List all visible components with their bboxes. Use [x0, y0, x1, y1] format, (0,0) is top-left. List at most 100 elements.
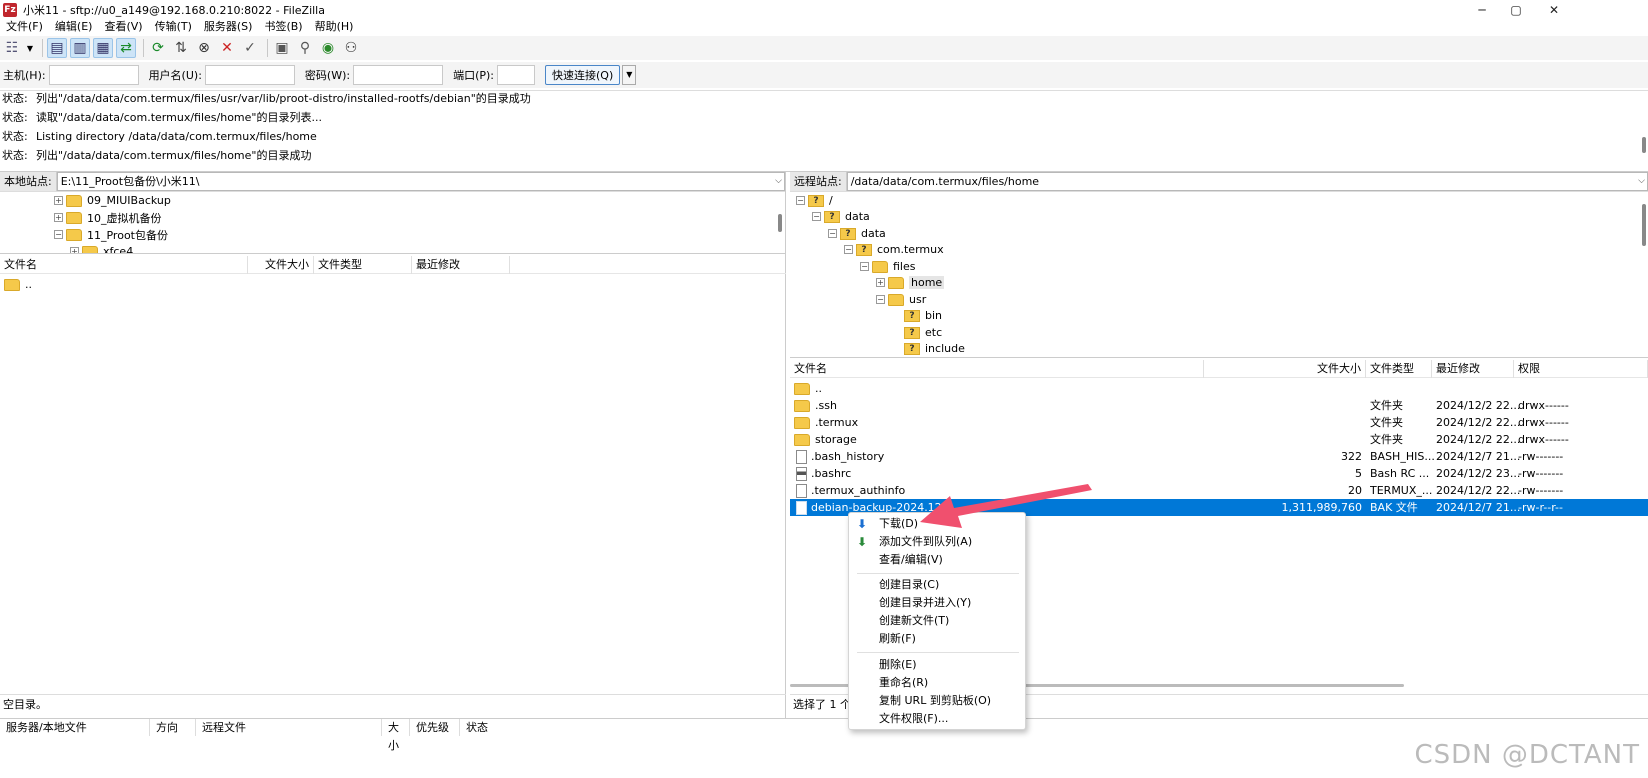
tree-node[interactable]: + xfce4 — [70, 243, 133, 253]
local-tree: +09_MIUIBackup +10_虚拟机备份 −11_Proot包备份 + x… — [0, 192, 786, 254]
list-item[interactable]: .. — [0, 276, 786, 293]
quickconnect-dropdown-icon[interactable]: ▼ — [622, 65, 637, 85]
log-line: 状态: Listing directory /data/data/com.term… — [2, 130, 317, 143]
table-row[interactable]: .ssh 文件夹 2024/12/2 22... drwx------ — [790, 397, 1648, 414]
table-row[interactable]: .. — [790, 380, 1648, 397]
tree-node[interactable]: ? etc — [904, 324, 942, 341]
reconnect-icon[interactable]: ✓ — [240, 38, 260, 58]
col-filesize[interactable]: 文件大小 — [1204, 360, 1366, 378]
menu-divider — [857, 652, 1019, 653]
message-log: 状态: 列出"/data/data/com.termux/files/usr/va… — [0, 90, 1648, 172]
toggle-log-icon[interactable]: ▤ — [47, 38, 67, 58]
site-manager-dropdown-icon[interactable]: ▼ — [25, 38, 35, 58]
title-bar: Fz 小米11 - sftp://u0_a149@192.168.0.210:8… — [0, 0, 1648, 20]
local-tree-scrollbar[interactable] — [778, 214, 782, 232]
ctx-create-dir[interactable]: 创建目录(C) — [849, 576, 1025, 594]
remote-tree-scrollbar[interactable] — [1642, 204, 1646, 246]
ctx-file-permissions[interactable]: 文件权限(F)... — [849, 710, 1025, 728]
quickconnect-button[interactable]: 快速连接(Q) — [545, 65, 621, 85]
ctx-delete[interactable]: 删除(E) — [849, 656, 1025, 674]
queue-col-server-local[interactable]: 服务器/本地文件 — [0, 719, 150, 736]
toggle-remote-tree-icon[interactable]: ▦ — [93, 38, 113, 58]
menu-bookmarks[interactable]: 书签(B) — [258, 18, 308, 36]
tree-node[interactable]: +10_虚拟机备份 — [54, 209, 162, 226]
host-input[interactable] — [48, 65, 139, 85]
ctx-rename[interactable]: 重命名(R) — [849, 674, 1025, 692]
tree-node[interactable]: ? include — [904, 340, 965, 357]
log-line: 状态: 读取"/data/data/com.termux/files/home"的… — [2, 111, 322, 124]
tree-node[interactable]: −? com.termux — [844, 241, 944, 258]
folder-icon — [4, 278, 20, 291]
directory-filter-icon[interactable]: ▣ — [272, 38, 292, 58]
cancel-icon[interactable]: ⊗ — [194, 38, 214, 58]
process-queue-icon[interactable]: ⇅ — [171, 38, 191, 58]
tree-node[interactable]: − files — [860, 258, 915, 275]
ctx-refresh[interactable]: 刷新(F) — [849, 630, 1025, 648]
queue-col-direction[interactable]: 方向 — [150, 719, 196, 736]
tree-node[interactable]: −? data — [812, 208, 870, 225]
table-row[interactable]: storage 文件夹 2024/12/2 22... drwx------ — [790, 431, 1648, 448]
ctx-copy-url[interactable]: 复制 URL 到剪贴板(O) — [849, 692, 1025, 710]
menu-help[interactable]: 帮助(H) — [309, 18, 360, 36]
queue-col-status[interactable]: 状态 — [460, 719, 580, 736]
col-modified[interactable]: 最近修改 — [1432, 360, 1514, 378]
queue-col-size[interactable]: 大小 — [382, 719, 410, 752]
queue-col-priority[interactable]: 优先级 — [410, 719, 460, 736]
col-filename[interactable]: 文件名 — [790, 360, 1204, 378]
toggle-queue-icon[interactable]: ⇄ — [116, 38, 136, 58]
filezilla-app-icon: Fz — [3, 3, 17, 17]
local-path-input[interactable]: E:\11_Proot包备份\小米11\ ⌵ — [56, 172, 785, 191]
table-row[interactable]: .termux 文件夹 2024/12/2 22... drwx------ — [790, 414, 1648, 431]
unknown-folder-icon: ? — [904, 342, 920, 355]
col-filename[interactable]: 文件名 — [0, 256, 248, 274]
ctx-create-dir-enter[interactable]: 创建目录并进入(Y) — [849, 594, 1025, 612]
toggle-sync-browse-icon[interactable]: ⚲ — [295, 38, 315, 58]
menu-server[interactable]: 服务器(S) — [198, 18, 259, 36]
col-filesize[interactable]: 文件大小 — [248, 256, 314, 274]
close-button[interactable]: ✕ — [1534, 0, 1574, 20]
site-manager-icon[interactable]: ☷ — [2, 38, 22, 58]
menu-file[interactable]: 文件(F) — [0, 18, 49, 36]
remote-path-input[interactable]: /data/data/com.termux/files/home ⌵ — [846, 172, 1648, 191]
log-scrollbar[interactable] — [1642, 137, 1646, 153]
chevron-down-icon: ⌵ — [775, 176, 782, 186]
ctx-create-file[interactable]: 创建新文件(T) — [849, 612, 1025, 630]
queue-header: 服务器/本地文件 方向 远程文件 大小 优先级 状态 — [0, 718, 1648, 752]
menu-view[interactable]: 查看(V) — [98, 18, 148, 36]
local-file-list: .. — [0, 276, 786, 686]
col-modified[interactable]: 最近修改 — [412, 256, 510, 274]
folder-icon — [66, 194, 82, 207]
port-input[interactable] — [497, 65, 536, 85]
table-row[interactable]: .bash_history 322 BASH_HIS... 2024/12/7 … — [790, 448, 1648, 465]
refresh-icon[interactable]: ⟳ — [148, 38, 168, 58]
disconnect-icon[interactable]: ✕ — [217, 38, 237, 58]
col-filetype[interactable]: 文件类型 — [1366, 360, 1432, 378]
tree-node[interactable]: −? data — [828, 225, 886, 242]
tree-node-home[interactable]: + home — [876, 274, 945, 291]
file-icon — [796, 500, 807, 515]
queue-col-remote[interactable]: 远程文件 — [196, 719, 382, 736]
tree-node[interactable]: −11_Proot包备份 — [54, 226, 168, 243]
dir-compare-icon[interactable]: ◉ — [318, 38, 338, 58]
col-filetype[interactable]: 文件类型 — [314, 256, 412, 274]
ctx-view-edit[interactable]: 查看/编辑(V) — [849, 551, 1025, 569]
tree-node[interactable]: −? / — [796, 192, 833, 209]
unknown-folder-icon: ? — [840, 227, 856, 240]
menu-transfer[interactable]: 传输(T) — [149, 18, 198, 36]
folder-icon — [888, 276, 904, 289]
unknown-folder-icon: ? — [904, 326, 920, 339]
password-input[interactable] — [353, 65, 444, 85]
menu-edit[interactable]: 编辑(E) — [49, 18, 99, 36]
tree-node[interactable]: ? bin — [904, 307, 942, 324]
maximize-button[interactable]: ▢ — [1496, 0, 1536, 20]
user-input[interactable] — [204, 65, 295, 85]
tree-node[interactable]: − usr — [876, 291, 926, 308]
col-permissions[interactable]: 权限 — [1514, 360, 1648, 378]
file-icon — [796, 483, 807, 498]
tree-node[interactable]: +09_MIUIBackup — [54, 192, 171, 209]
log-line: 状态: 列出"/data/data/com.termux/files/usr/va… — [2, 92, 531, 105]
port-label: 端口(P): — [453, 69, 495, 82]
toggle-local-tree-icon[interactable]: ▥ — [70, 38, 90, 58]
folder-icon — [872, 260, 888, 273]
search-icon[interactable]: ⚇ — [341, 38, 361, 58]
